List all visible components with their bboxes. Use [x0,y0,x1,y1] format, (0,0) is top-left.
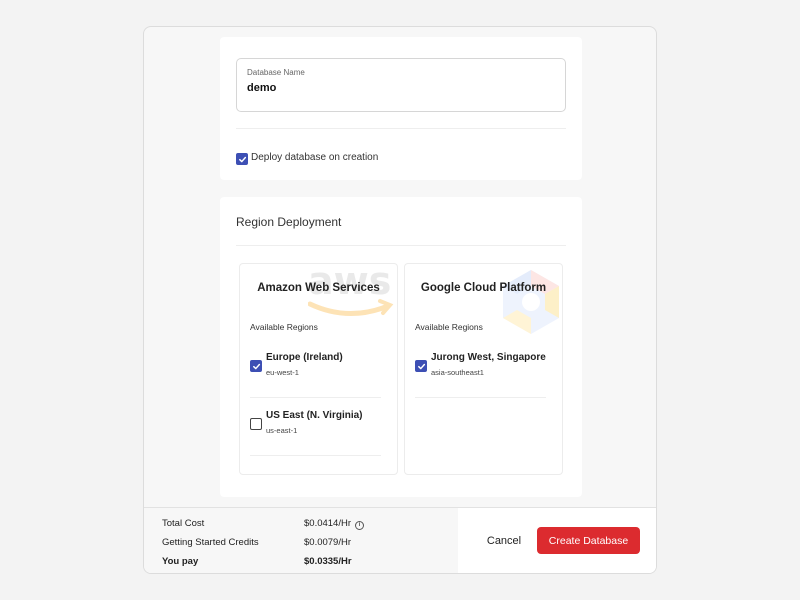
region-item-asia-southeast1[interactable]: Jurong West, Singapore asia-southeast1 [405,340,562,398]
available-regions-label: Available Regions [250,322,318,332]
total-cost-label: Total Cost [162,518,205,529]
credits-value: $0.0079/Hr [304,537,352,548]
check-icon [252,363,260,369]
check-icon [238,156,246,162]
you-pay-value: $0.0335/Hr [304,556,352,567]
divider [250,455,381,456]
total-cost-row: Total Cost $0.0414/Hr i [162,518,365,530]
region-deployment-title: Region Deployment [236,215,342,229]
available-regions-label: Available Regions [415,322,483,332]
region-code: us-east-1 [266,426,298,435]
region-name: US East (N. Virginia) [266,410,363,421]
region-checkbox-asia-southeast1[interactable] [415,360,427,372]
region-checkbox-eu-west-1[interactable] [250,360,262,372]
database-name-label: Database Name [247,68,305,77]
region-name: Europe (Ireland) [266,352,343,363]
gcp-logo-icon [503,270,559,334]
provider-name: Amazon Web Services [257,282,380,294]
provider-card-aws: aws Amazon Web Services Available Region… [239,263,398,475]
divider [236,128,566,129]
region-item-eu-west-1[interactable]: Europe (Ireland) eu-west-1 [240,340,397,398]
aws-logo-icon: aws [308,264,394,316]
database-name-field[interactable]: Database Name [236,58,566,112]
total-cost-value-group: $0.0414/Hr i [304,518,365,530]
check-icon [417,363,425,369]
deploy-on-creation-checkbox[interactable] [236,153,248,165]
footer-actions: Cancel Create Database [458,508,656,573]
region-deployment-card: Region Deployment aws Amazon Web Service… [220,197,582,497]
region-checkbox-us-east-1[interactable] [250,418,262,430]
region-name: Jurong West, Singapore [431,352,546,363]
region-code: asia-southeast1 [431,368,484,377]
database-settings-card: Database Name Deploy database on creatio… [220,37,582,180]
credits-row: Getting Started Credits $0.0079/Hr [162,537,351,548]
dialog-footer: Total Cost $0.0414/Hr i Getting Started C… [144,507,656,573]
deploy-on-creation-label: Deploy database on creation [251,152,379,163]
database-name-input[interactable] [247,82,547,94]
divider [236,245,566,246]
cancel-button[interactable]: Cancel [474,527,534,555]
create-database-button[interactable]: Create Database [537,527,640,554]
you-pay-label: You pay [162,556,199,567]
credits-label: Getting Started Credits [162,537,259,548]
provider-name: Google Cloud Platform [420,282,547,294]
total-cost-value: $0.0414/Hr [304,518,352,529]
region-item-us-east-1[interactable]: US East (N. Virginia) us-east-1 [240,398,397,456]
create-database-dialog: Database Name Deploy database on creatio… [143,26,657,574]
region-code: eu-west-1 [266,368,299,377]
provider-card-gcp: Google Cloud Platform Available Regions … [404,263,563,475]
info-icon[interactable]: i [355,521,365,530]
divider [415,397,546,398]
you-pay-row: You pay $0.0335/Hr [162,556,352,567]
